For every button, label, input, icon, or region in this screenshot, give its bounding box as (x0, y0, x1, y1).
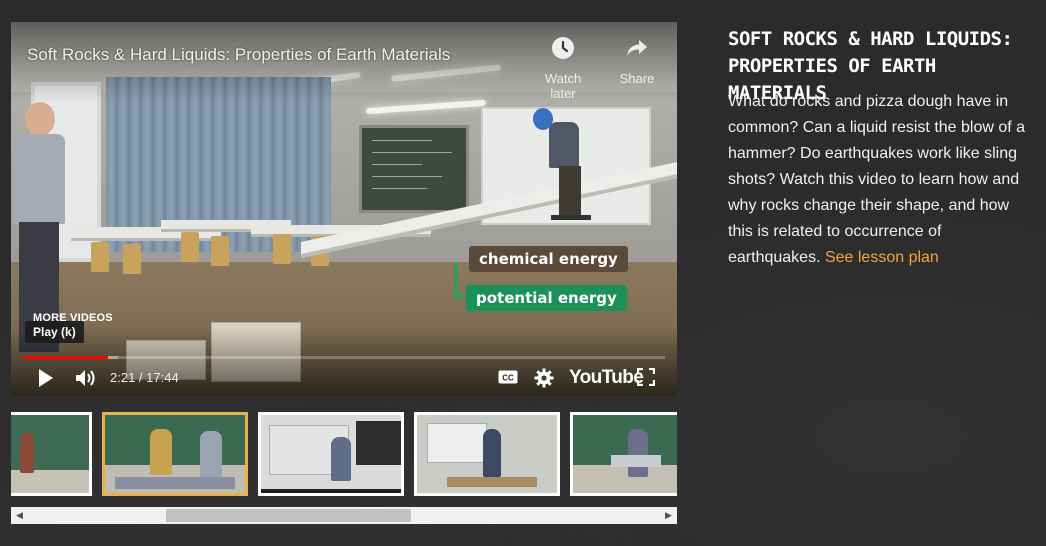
chalkboard (359, 125, 469, 213)
play-button[interactable] (37, 368, 55, 388)
progress-bar[interactable] (23, 356, 665, 359)
scrollbar-thumb[interactable] (166, 509, 412, 522)
time-display: 2:21 / 17:44 (110, 370, 179, 385)
play-icon (39, 369, 53, 387)
scroll-left-arrow-icon[interactable]: ◀ (11, 507, 28, 524)
video-thumbnail-strip (11, 410, 677, 500)
settings-button[interactable] (534, 368, 554, 388)
arrow-icon (454, 262, 474, 302)
share-button[interactable]: Share (607, 36, 667, 86)
share-icon (627, 40, 647, 56)
video-thumbnail[interactable] (11, 412, 92, 496)
lesson-description: What do rocks and pizza dough have in co… (728, 89, 1033, 271)
gear-icon (534, 368, 554, 388)
video-thumbnail[interactable] (258, 412, 404, 496)
captions-button[interactable]: CC (498, 370, 518, 384)
potential-energy-label: potential energy (466, 285, 627, 311)
see-lesson-plan-link[interactable]: See lesson plan (825, 249, 939, 266)
thumbnail-scrollbar[interactable]: ◀ ▶ (11, 507, 677, 524)
video-title[interactable]: Soft Rocks & Hard Liquids: Properties of… (27, 45, 450, 65)
play-tooltip: Play (k) (25, 321, 84, 343)
cc-icon: CC (498, 370, 518, 384)
watch-later-button[interactable]: Watch later (533, 36, 593, 101)
video-thumbnail[interactable] (414, 412, 560, 496)
fullscreen-icon (637, 368, 655, 386)
watch-later-label: Watch later (544, 71, 582, 101)
share-label: Share (619, 71, 655, 86)
scroll-right-arrow-icon[interactable]: ▶ (660, 507, 677, 524)
volume-icon (76, 370, 95, 386)
progress-played (23, 356, 108, 359)
chemical-energy-label: chemical energy (469, 246, 628, 272)
video-thumbnail[interactable] (570, 412, 677, 496)
video-player[interactable]: chemical energy potential energy Soft Ro… (11, 22, 677, 396)
description-text: What do rocks and pizza dough have in co… (728, 93, 1026, 266)
volume-button[interactable] (75, 368, 97, 388)
clock-icon (552, 37, 574, 59)
video-thumbnail-active[interactable] (102, 412, 248, 496)
fullscreen-button[interactable] (637, 368, 655, 386)
svg-text:CC: CC (502, 374, 514, 383)
youtube-logo[interactable]: YouTube (569, 367, 644, 389)
